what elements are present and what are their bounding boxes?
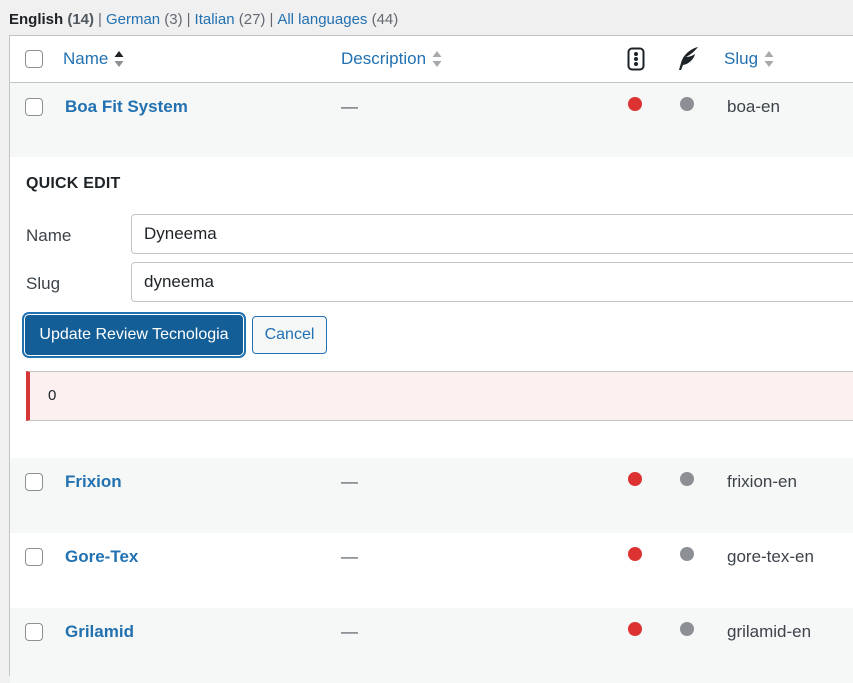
table-row: Frixion — frixion-en xyxy=(10,458,853,533)
column-description-label[interactable]: Description xyxy=(341,49,426,69)
term-slug: frixion-en xyxy=(727,472,797,491)
language-italian-count: (27) xyxy=(238,11,266,28)
term-description: — xyxy=(341,622,358,641)
column-name-label[interactable]: Name xyxy=(63,49,108,69)
secondary-status-dot xyxy=(680,472,694,486)
language-english: English (14) xyxy=(9,11,94,28)
slug-field-label: Slug xyxy=(26,274,61,293)
select-all-checkbox[interactable] xyxy=(25,50,43,68)
language-english-count: (14) xyxy=(67,11,95,28)
language-german-link[interactable]: German xyxy=(106,11,160,28)
term-name-link[interactable]: Boa Fit System xyxy=(65,97,188,117)
secondary-status-dot xyxy=(680,97,694,111)
table-row: Boa Fit System — boa-en xyxy=(10,83,853,157)
term-name-link[interactable]: Frixion xyxy=(65,472,122,492)
term-description: — xyxy=(341,547,358,566)
sort-icon xyxy=(432,51,442,67)
status-dot xyxy=(628,622,642,636)
name-field-label: Name xyxy=(26,226,72,245)
column-slug-header[interactable]: Slug xyxy=(724,49,774,69)
table-row: Grilamid — grilamid-en xyxy=(10,608,853,683)
quick-edit-title: Quick Edit xyxy=(26,175,121,192)
column-slug-label[interactable]: Slug xyxy=(724,49,758,69)
error-message: 0 xyxy=(48,387,57,404)
language-filter: English (14) | German (3) | Italian (27) | All… xyxy=(9,10,398,30)
language-italian-link[interactable]: Italian xyxy=(195,11,235,28)
language-all-count: (44) xyxy=(371,11,399,28)
update-button[interactable]: Update Review Tecnologia xyxy=(25,315,243,355)
table-row: Gore-Tex — gore-tex-en xyxy=(10,533,853,608)
row-checkbox[interactable] xyxy=(25,98,43,116)
separator: | xyxy=(269,11,274,28)
column-description-header[interactable]: Description xyxy=(341,49,442,69)
term-name-link[interactable]: Gore-Tex xyxy=(65,547,138,567)
language-english-label: English xyxy=(9,11,64,28)
status-dot xyxy=(628,547,642,561)
cancel-button[interactable]: Cancel xyxy=(252,316,327,354)
row-checkbox[interactable] xyxy=(25,548,43,566)
secondary-status-dot xyxy=(680,547,694,561)
sort-asc-icon xyxy=(114,51,124,67)
language-italian-label[interactable]: Italian xyxy=(195,11,235,28)
row-checkbox[interactable] xyxy=(25,623,43,641)
name-input[interactable]: Dyneema xyxy=(131,214,853,254)
row-checkbox[interactable] xyxy=(25,473,43,491)
column-name-header[interactable]: Name xyxy=(63,49,124,69)
term-description: — xyxy=(341,472,358,491)
traffic-light-icon xyxy=(627,47,645,71)
table-header: Name Description Slug xyxy=(10,36,853,83)
quick-edit-panel: Quick Edit Name Dyneema Slug dyneema Upd… xyxy=(10,157,853,458)
terms-table: Name Description Slug Boa Fit System — b… xyxy=(9,35,853,683)
sort-icon xyxy=(764,51,774,67)
term-slug: gore-tex-en xyxy=(727,547,814,566)
term-slug: boa-en xyxy=(727,97,780,116)
separator: | xyxy=(186,11,191,28)
language-all-label[interactable]: All languages xyxy=(277,11,367,28)
status-dot xyxy=(628,97,642,111)
term-name-link[interactable]: Grilamid xyxy=(65,622,134,642)
language-german-label[interactable]: German xyxy=(106,11,160,28)
term-slug: grilamid-en xyxy=(727,622,812,641)
status-dot xyxy=(628,472,642,486)
separator: | xyxy=(98,11,102,28)
error-notice: 0 xyxy=(26,371,853,421)
language-all-link[interactable]: All languages xyxy=(277,11,367,28)
feather-icon xyxy=(679,47,698,70)
term-description: — xyxy=(341,97,358,116)
secondary-status-dot xyxy=(680,622,694,636)
language-german-count: (3) xyxy=(164,11,183,28)
slug-input[interactable]: dyneema xyxy=(131,262,853,302)
